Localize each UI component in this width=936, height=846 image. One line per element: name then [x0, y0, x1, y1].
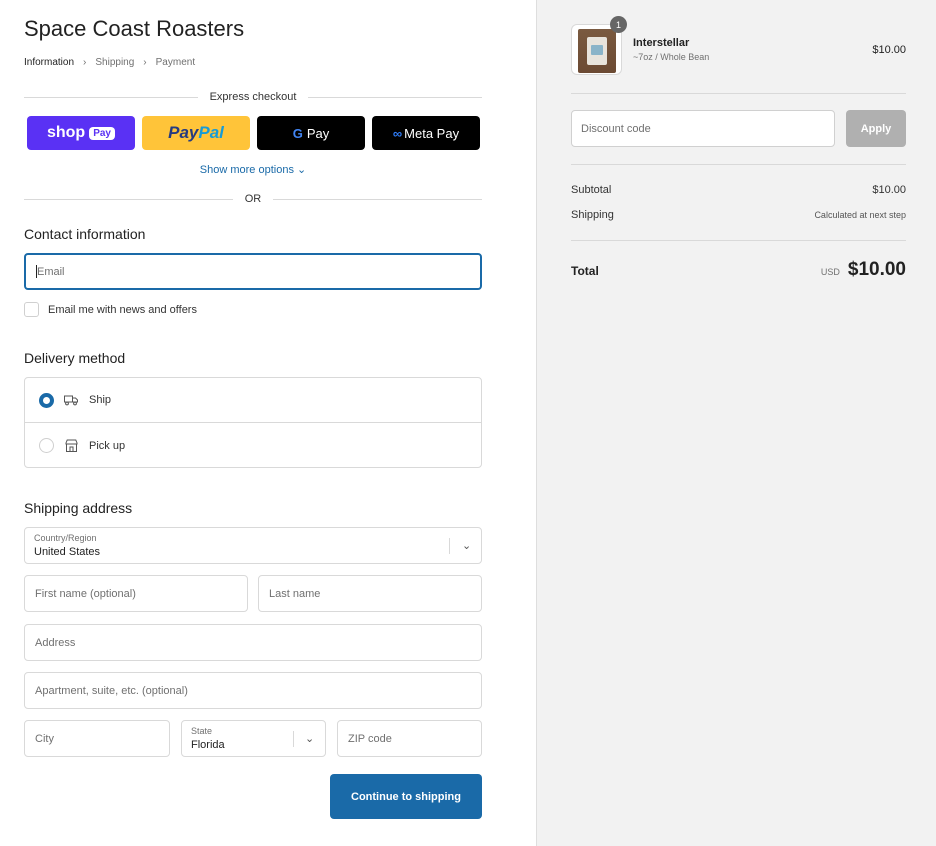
show-more-options-link[interactable]: Show more options ⌄	[24, 163, 482, 176]
chevron-down-icon: ⌄	[305, 733, 315, 745]
divider	[273, 198, 482, 200]
or-divider: OR	[24, 193, 482, 205]
total-value: $10.00	[847, 259, 906, 280]
product-name: Interstellar	[633, 37, 690, 49]
shipping-value: Calculated at next step	[814, 210, 906, 220]
shop-pay-button[interactable]: shop Pay	[27, 116, 135, 150]
delivery-heading: Delivery method	[24, 350, 126, 366]
divider	[571, 164, 906, 165]
truck-icon	[64, 393, 78, 407]
store-icon	[64, 439, 78, 453]
shop-pay-logo: shop	[46, 124, 86, 141]
city-placeholder: City	[35, 732, 54, 745]
ship-radio[interactable]	[39, 392, 54, 408]
meta-pay-label: Meta Pay	[404, 125, 460, 141]
product-image	[578, 29, 616, 73]
chevron-down-icon: ⌄	[462, 540, 472, 552]
first-name-field[interactable]: First name (optional)	[24, 575, 248, 612]
store-title: Space Coast Roasters	[24, 16, 245, 41]
chevron-right-icon: ›	[143, 57, 147, 68]
city-field[interactable]: City	[24, 720, 170, 757]
quantity-badge: 1	[610, 16, 627, 33]
breadcrumb-information[interactable]: Information	[24, 57, 74, 68]
total-amount: USD $10.00	[821, 259, 906, 281]
shipping-label: Shipping	[571, 209, 614, 221]
bag-label-graphic	[591, 45, 603, 55]
paypal-button[interactable]: Pay Pal	[142, 116, 250, 150]
delivery-method-group: Ship Pick up	[24, 377, 482, 468]
ship-label: Ship	[89, 394, 112, 406]
country-label: Country/Region	[34, 533, 97, 543]
continue-to-shipping-button[interactable]: Continue to shipping	[330, 774, 482, 819]
shop-pay-badge: Pay	[89, 126, 115, 140]
google-icon: G	[292, 125, 303, 141]
divider	[308, 96, 483, 98]
address-field[interactable]: Address	[24, 624, 482, 661]
delivery-option-ship[interactable]: Ship	[25, 378, 481, 423]
pickup-radio[interactable]	[39, 438, 54, 453]
divider	[24, 96, 198, 98]
divider	[571, 93, 906, 94]
checkout-main: Space Coast Roasters Information › Shipp…	[0, 0, 536, 846]
last-name-field[interactable]: Last name	[258, 575, 482, 612]
meta-pay-button[interactable]: ∞ Meta Pay	[372, 116, 480, 150]
express-checkout-divider: Express checkout	[24, 91, 483, 103]
breadcrumb: Information › Shipping › Payment	[24, 57, 195, 68]
state-label: State	[191, 726, 213, 736]
news-optin-label: Email me with news and offers	[48, 303, 197, 316]
state-value: Florida	[191, 739, 225, 751]
breadcrumb-payment: Payment	[155, 57, 196, 68]
select-divider	[449, 538, 450, 554]
total-label: Total	[571, 264, 599, 278]
apartment-placeholder: Apartment, suite, etc. (optional)	[35, 684, 188, 697]
pickup-label: Pick up	[89, 439, 126, 452]
express-checkout-label: Express checkout	[209, 91, 297, 103]
zip-placeholder: ZIP code	[348, 732, 392, 745]
delivery-option-pickup[interactable]: Pick up	[25, 423, 481, 468]
product-variant: ~7oz / Whole Bean	[633, 52, 710, 62]
discount-placeholder: Discount code	[581, 122, 651, 135]
select-divider	[293, 731, 294, 747]
news-optin-row[interactable]: Email me with news and offers	[24, 302, 197, 317]
subtotal-label: Subtotal	[571, 184, 612, 196]
product-price: $10.00	[872, 44, 906, 56]
contact-heading: Contact information	[24, 226, 146, 242]
chevron-right-icon: ›	[83, 57, 87, 68]
shipping-address-heading: Shipping address	[24, 500, 133, 516]
email-placeholder: Email	[37, 265, 65, 278]
country-value: United States	[34, 546, 101, 558]
divider	[571, 240, 906, 241]
apartment-field[interactable]: Apartment, suite, etc. (optional)	[24, 672, 482, 709]
last-name-placeholder: Last name	[269, 587, 321, 600]
breadcrumb-shipping: Shipping	[95, 57, 135, 68]
address-placeholder: Address	[35, 636, 76, 649]
apply-discount-button[interactable]: Apply	[846, 110, 906, 147]
meta-icon: ∞	[392, 125, 403, 141]
state-select[interactable]: State Florida ⌄	[181, 720, 326, 757]
first-name-placeholder: First name (optional)	[35, 587, 136, 600]
subtotal-value: $10.00	[872, 184, 906, 196]
zip-field[interactable]: ZIP code	[337, 720, 482, 757]
news-optin-checkbox[interactable]	[24, 302, 39, 317]
country-select[interactable]: Country/Region United States ⌄	[24, 527, 482, 564]
or-label: OR	[244, 193, 262, 205]
divider	[24, 198, 233, 200]
paypal-logo-part1: Pay	[168, 123, 199, 142]
discount-code-field[interactable]: Discount code	[571, 110, 835, 147]
google-pay-label: Pay	[306, 125, 330, 141]
email-field[interactable]: Email	[24, 253, 482, 290]
currency-code: USD	[820, 267, 840, 277]
paypal-logo-part2: Pal	[198, 123, 224, 142]
google-pay-button[interactable]: G Pay	[257, 116, 365, 150]
